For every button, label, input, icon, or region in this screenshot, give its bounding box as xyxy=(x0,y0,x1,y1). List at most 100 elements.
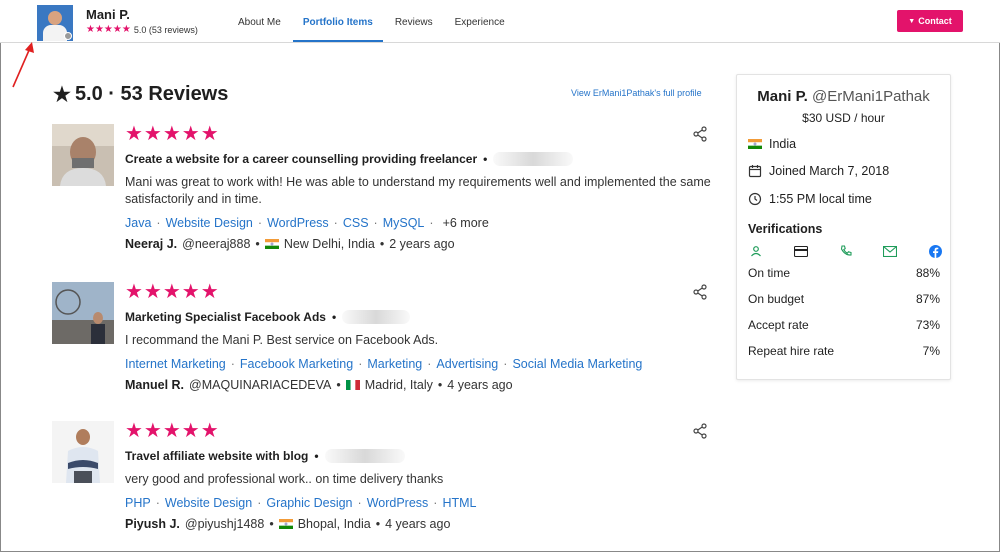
header-rating-text: 5.0 (53 reviews) xyxy=(133,24,198,35)
stat-value: 88% xyxy=(915,266,940,280)
joined-label: Joined March 7, 2018 xyxy=(769,164,890,178)
review-item: ★★★★★ Marketing Specialist Facebook Ads … xyxy=(52,282,722,397)
clock-icon xyxy=(748,192,762,206)
local-time-row: 1:55 PM local time xyxy=(748,192,872,206)
review-text: Mani was great to work with! He was able… xyxy=(125,175,711,206)
verifications-title: Verifications xyxy=(748,222,823,236)
tab-experience[interactable]: Experience xyxy=(445,0,515,40)
verification-icons xyxy=(748,243,943,259)
full-profile-link[interactable]: View ErMani1Pathak's full profile xyxy=(571,88,702,98)
skill-tag[interactable]: Social Media Marketing xyxy=(512,357,642,371)
skill-tag[interactable]: Graphic Design xyxy=(266,496,352,510)
facebook-verified-icon xyxy=(927,243,943,259)
stat-on-time: On time 88% xyxy=(748,266,940,280)
review-job-title: Marketing Specialist Facebook Ads • xyxy=(125,310,715,324)
phone-verified-icon xyxy=(838,243,854,259)
skill-tag[interactable]: Internet Marketing xyxy=(125,357,226,371)
joined-row: Joined March 7, 2018 xyxy=(748,164,889,178)
reviewer-location: Bhopal, India xyxy=(297,517,371,531)
reviews-summary-text: 5.0 · 53 Reviews xyxy=(74,83,229,105)
reviewer-avatar[interactable] xyxy=(52,282,114,344)
review-time: 2 years ago xyxy=(389,237,455,251)
header-stars: ★★★★★ xyxy=(86,24,131,35)
profile-header: Mani P. ★★★★★ 5.0 (53 reviews) About Me … xyxy=(0,0,1000,43)
reviewer-meta: Piyush J. @piyushj1488 • Bhopal, India • 4… xyxy=(125,517,451,531)
skill-tag[interactable]: Website Design xyxy=(165,496,252,510)
reviews-summary-title: ★ 5.0 · 53 Reviews xyxy=(53,82,228,107)
review-job-title-text[interactable]: Marketing Specialist Facebook Ads xyxy=(125,310,326,324)
review-skill-tags: Java · Website Design · WordPress · CSS · My… xyxy=(125,216,489,230)
review-stars: ★★★★★ xyxy=(125,281,220,303)
contact-button-label: Contact xyxy=(918,16,952,26)
sidebar-name: Mani P. @ErMani1Pathak xyxy=(737,88,950,105)
skill-tag[interactable]: Advertising xyxy=(436,357,498,371)
share-icon[interactable] xyxy=(692,126,708,142)
share-icon[interactable] xyxy=(692,284,708,300)
review-time: 4 years ago xyxy=(447,378,513,392)
reviewer-handle: @neeraj888 xyxy=(182,237,251,251)
payment-verified-icon xyxy=(793,243,809,259)
india-flag-icon xyxy=(264,239,279,249)
calendar-icon xyxy=(748,165,762,178)
skill-tag[interactable]: MySQL xyxy=(383,216,425,230)
skill-tag[interactable]: Marketing xyxy=(367,357,422,371)
review-job-title-text[interactable]: Travel affiliate website with blog xyxy=(125,449,308,463)
review-item: ★★★★★ Create a website for a career coun… xyxy=(52,124,722,259)
contact-button[interactable]: ▼ Contact xyxy=(897,10,963,32)
header-avatar[interactable] xyxy=(37,5,73,41)
hourly-rate: $30 USD / hour xyxy=(802,111,885,125)
italy-flag-icon xyxy=(345,380,360,390)
identity-verified-icon xyxy=(748,243,764,259)
review-job-title-text[interactable]: Create a website for a career counsellin… xyxy=(125,152,477,166)
reviewer-avatar[interactable] xyxy=(52,124,114,186)
reviewer-name[interactable]: Piyush J. xyxy=(125,517,180,531)
review-text: I recommand the Mani P. Best service on … xyxy=(125,333,439,347)
stat-label: Accept rate xyxy=(748,318,809,332)
local-time-label: 1:55 PM local time xyxy=(769,192,872,206)
tab-about-me[interactable]: About Me xyxy=(228,0,291,40)
stat-value: 7% xyxy=(922,344,940,358)
stat-repeat-hire-rate: Repeat hire rate 7% xyxy=(748,344,940,358)
review-job-title: Travel affiliate website with blog • xyxy=(125,449,715,463)
skill-tag[interactable]: Website Design xyxy=(166,216,253,230)
stat-value: 73% xyxy=(915,318,940,332)
reviewer-avatar[interactable] xyxy=(52,421,114,483)
skill-tag[interactable]: Java xyxy=(125,216,151,230)
review-job-title: Create a website for a career counsellin… xyxy=(125,152,715,166)
reviewer-name[interactable]: Neeraj J. xyxy=(125,237,177,251)
stat-label: Repeat hire rate xyxy=(748,344,835,358)
stat-label: On time xyxy=(748,266,791,280)
india-flag-icon xyxy=(748,139,762,149)
blurred-price xyxy=(324,449,405,463)
tab-portfolio-items[interactable]: Portfolio Items xyxy=(292,0,383,42)
freelancer-summary-card: Mani P. @ErMani1Pathak $30 USD / hour In… xyxy=(736,74,951,380)
review-item: ★★★★★ Travel affiliate website with blog… xyxy=(52,421,722,536)
blurred-price xyxy=(493,152,574,166)
reviewer-handle: @piyushj1488 xyxy=(184,517,265,531)
profile-nav: About Me Portfolio Items Reviews Experie… xyxy=(228,0,517,42)
skill-tag[interactable]: WordPress xyxy=(267,216,329,230)
share-icon[interactable] xyxy=(692,423,708,439)
stat-accept-rate: Accept rate 73% xyxy=(748,318,940,332)
header-name: Mani P. xyxy=(86,7,130,22)
india-flag-icon xyxy=(278,519,293,529)
country-label: India xyxy=(769,137,797,151)
sidebar-handle: @ErMani1Pathak xyxy=(811,88,930,105)
review-stars: ★★★★★ xyxy=(125,420,220,442)
reviewer-meta: Manuel R. @MAQUINARIACEDEVA • Madrid, Ita… xyxy=(125,378,513,392)
email-verified-icon xyxy=(882,243,898,259)
review-time: 4 years ago xyxy=(385,517,451,531)
stat-label: On budget xyxy=(748,292,805,306)
tab-reviews[interactable]: Reviews xyxy=(385,0,443,40)
review-skill-tags: PHP · Website Design · Graphic Design · Wor… xyxy=(125,496,477,510)
skill-tag[interactable]: HTML xyxy=(442,496,476,510)
star-icon: ★ xyxy=(53,84,71,106)
skill-tag[interactable]: CSS xyxy=(343,216,369,230)
skill-tag[interactable]: PHP xyxy=(125,496,151,510)
skill-tag[interactable]: Facebook Marketing xyxy=(240,357,353,371)
more-skills-link[interactable]: +6 more xyxy=(443,216,489,230)
review-skill-tags: Internet Marketing · Facebook Marketing · … xyxy=(125,357,643,371)
reviewer-name[interactable]: Manuel R. xyxy=(125,378,184,392)
skill-tag[interactable]: WordPress xyxy=(367,496,429,510)
stat-value: 87% xyxy=(915,292,940,306)
